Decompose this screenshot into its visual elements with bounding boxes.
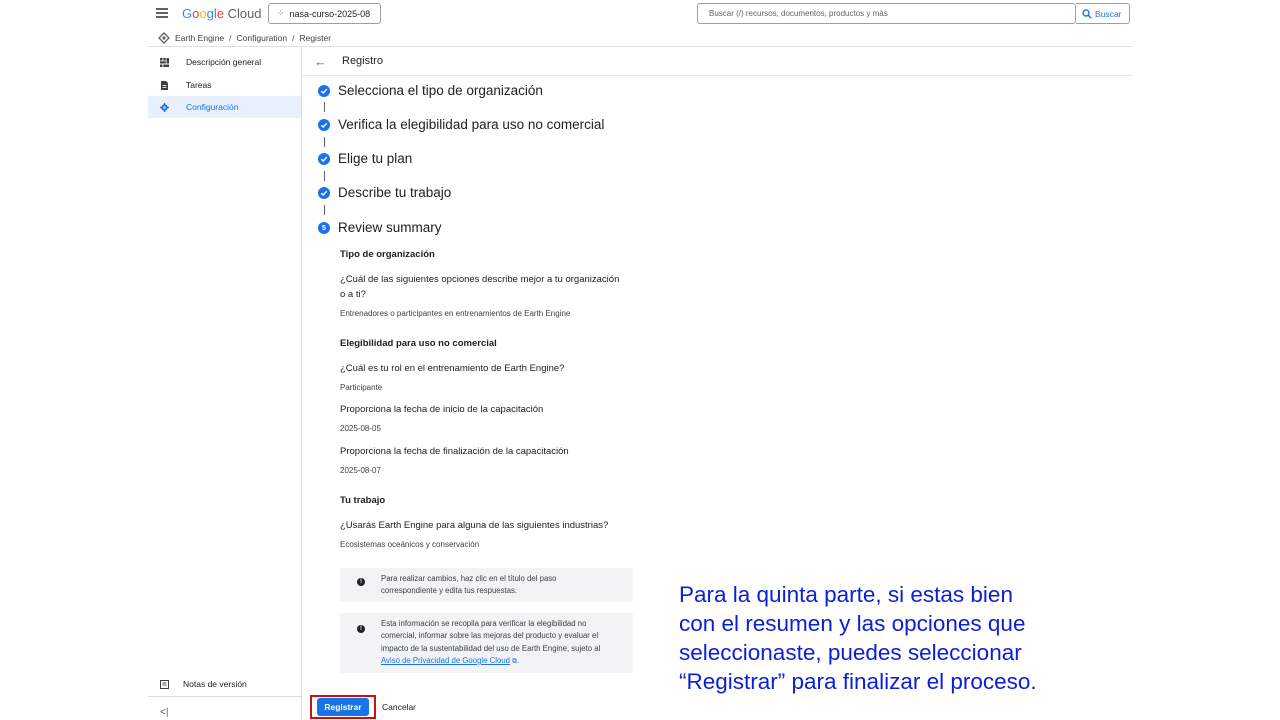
breadcrumb-separator: / (229, 33, 232, 43)
step-label: Elige tu plan (338, 151, 413, 166)
search-input[interactable]: Buscar (/) recursos, documentos, product… (697, 3, 1076, 24)
project-name: nasa-curso-2025-08 (289, 8, 371, 19)
section-title-org-type: Tipo de organización (340, 249, 435, 260)
document-icon (161, 80, 168, 90)
question-line: o a ti? (340, 289, 366, 300)
info-icon: ! (357, 625, 365, 633)
answer-role: Participante (340, 383, 383, 392)
logo-letter: G (182, 6, 193, 21)
project-icon: ⁘ (277, 8, 285, 18)
google-cloud-logo[interactable]: Google Cloud (182, 6, 262, 21)
sidebar-item-label: Tareas (186, 80, 212, 90)
step-connector (324, 171, 325, 181)
question-line: ¿Cuál de las siguientes opciones describ… (340, 274, 620, 285)
sidebar-item-label: Descripción general (186, 57, 262, 67)
cancel-button[interactable]: Cancelar (382, 698, 416, 716)
answer-end-date: 2025-08-07 (340, 466, 381, 475)
search-icon (1082, 8, 1092, 19)
step-review-summary[interactable]: 5 Review summary (318, 220, 442, 235)
step-connector (324, 137, 325, 147)
section-title-work: Tu trabajo (340, 495, 386, 506)
register-button[interactable]: Registrar (317, 698, 369, 716)
annotation-line: “Registrar” para finalizar el proceso. (679, 669, 1037, 694)
back-arrow-icon[interactable]: ← (314, 55, 327, 68)
info-line: Para realizar cambios, haz clic en el tí… (381, 574, 557, 583)
page-title: Registro (342, 55, 383, 67)
search-button-label: Buscar (1095, 8, 1122, 19)
answer-start-date: 2025-08-05 (340, 424, 381, 433)
dashboard-icon (160, 57, 169, 67)
search-button[interactable]: Buscar (1076, 3, 1130, 24)
question-start-date: Proporciona la fecha de inicio de la cap… (340, 404, 544, 415)
page-header: ← Registro (303, 47, 1132, 76)
info-line: correspondiente y edita tus respuestas. (381, 586, 518, 596)
step-plan[interactable]: Elige tu plan (318, 151, 412, 166)
info-line: Esta información se recopila para verifi… (381, 619, 587, 628)
sidebar-divider (148, 696, 301, 697)
check-circle-icon (318, 118, 330, 131)
question-role: ¿Cuál es tu rol en el entrenamiento de E… (340, 363, 565, 374)
gear-icon (160, 102, 169, 112)
question-industries: ¿Usarás Earth Engine para alguna de las … (340, 520, 609, 531)
step-label: Selecciona el tipo de organización (338, 83, 543, 98)
answer-industries: Ecosistemas oceánicos y conservación (340, 540, 480, 549)
breadcrumb-configuration[interactable]: Configuration (237, 33, 288, 43)
info-line: Aviso de Privacidad de Google Cloud ⧉. (381, 655, 600, 668)
sidebar-item-label: Configuración (186, 102, 239, 112)
earth-engine-icon (158, 32, 170, 44)
project-picker-button[interactable]: ⁘ nasa-curso-2025-08 (268, 3, 381, 24)
info-icon: ! (357, 578, 365, 586)
step-label: Verifica la elegibilidad para uso no com… (338, 117, 605, 132)
info-text: Para realizar cambios, haz clic en el tí… (381, 573, 557, 598)
search-placeholder: Buscar (/) recursos, documentos, product… (709, 9, 888, 18)
release-notes-icon (160, 679, 169, 689)
annotation-line: Para la quinta parte, si estas bien (679, 582, 1013, 607)
step-number-badge: 5 (318, 221, 330, 234)
step-label: Review summary (338, 220, 442, 235)
sidebar-item-tasks[interactable]: Tareas (148, 74, 301, 96)
logo-letter: g (206, 6, 214, 21)
logo-letter: o (199, 6, 207, 21)
sidebar-item-overview[interactable]: Descripción general (148, 51, 301, 73)
info-text: Esta información se recopila para verifi… (381, 618, 600, 668)
section-title-eligibility: Elegibilidad para uso no comercial (340, 338, 497, 349)
breadcrumb-earth-engine[interactable]: Earth Engine (175, 33, 224, 43)
step-connector (324, 102, 325, 112)
collapse-sidebar-icon[interactable]: <| (160, 707, 168, 718)
check-circle-icon (318, 152, 330, 165)
step-label: Describe tu trabajo (338, 185, 452, 200)
info-box-privacy: ! Esta información se recopila para veri… (340, 613, 633, 673)
step-connector (324, 205, 325, 215)
info-line: comercial, informar sobre las mejoras de… (381, 631, 599, 641)
step-eligibility[interactable]: Verifica la elegibilidad para uso no com… (318, 117, 604, 132)
breadcrumb-register: Register (299, 33, 332, 43)
question-end-date: Proporciona la fecha de finalización de … (340, 446, 569, 457)
check-circle-icon (318, 84, 330, 97)
check-circle-icon (318, 186, 330, 199)
info-box-edit: ! Para realizar cambios, haz clic en el … (340, 568, 633, 602)
answer-org: Entrenadores o participantes en entrenam… (340, 309, 571, 318)
logo-product: Cloud (223, 6, 262, 21)
annotation-line: con el resumen y las opciones que (679, 611, 1026, 636)
question-org: ¿Cuál de las siguientes opciones describ… (340, 272, 619, 302)
sidebar-item-configuration[interactable]: Configuración (148, 96, 301, 118)
external-link-icon: ⧉ (510, 657, 517, 665)
breadcrumb-separator: / (292, 33, 295, 43)
breadcrumb: Earth Engine / Configuration / Register (158, 30, 331, 46)
sidebar-item-release-notes[interactable]: Notas de versión (148, 673, 301, 695)
menu-icon[interactable] (156, 8, 168, 18)
info-line-end: . (516, 655, 520, 665)
info-line: impacto de la sustentabilidad del uso de… (381, 643, 601, 653)
annotation-text: Para la quinta parte, si estas bien con … (679, 580, 1099, 696)
step-describe-work[interactable]: Describe tu trabajo (318, 185, 451, 200)
sidebar: Descripción general Tareas Configuración… (148, 47, 302, 720)
step-organization-type[interactable]: Selecciona el tipo de organización (318, 83, 543, 98)
logo-letter: e (216, 6, 224, 21)
sidebar-item-label: Notas de versión (183, 679, 247, 689)
top-bar: Google Cloud ⁘ nasa-curso-2025-08 Buscar… (148, 0, 1132, 28)
privacy-notice-link[interactable]: Aviso de Privacidad de Google Cloud (381, 656, 510, 665)
annotation-line: seleccionaste, puedes seleccionar (679, 640, 1022, 665)
